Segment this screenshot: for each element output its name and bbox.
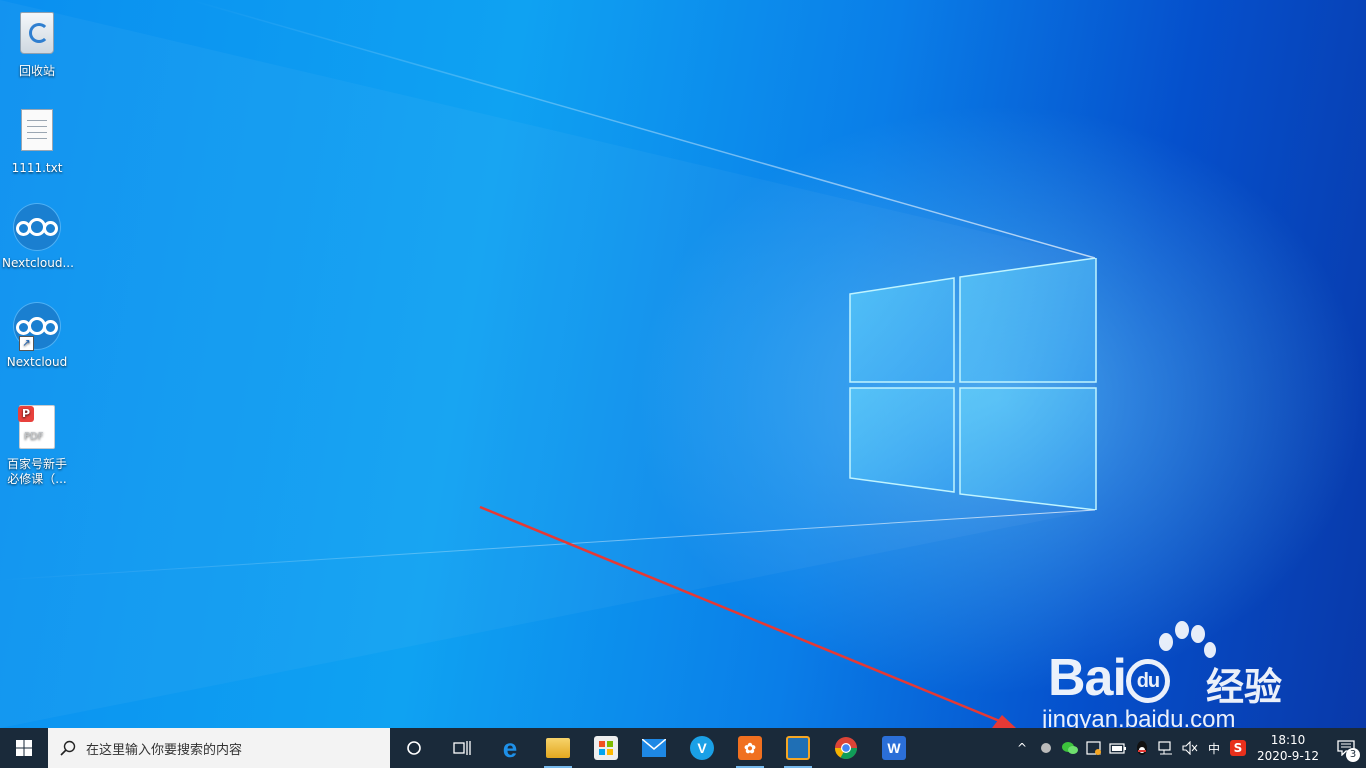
chrome-icon — [835, 737, 857, 759]
search-placeholder: 在这里输入你要搜索的内容 — [86, 742, 243, 758]
battery-icon[interactable] — [1106, 728, 1130, 768]
windows-start-icon — [16, 740, 32, 756]
taskbar-app-v[interactable]: V — [678, 728, 726, 768]
start-button[interactable] — [0, 728, 48, 768]
window-app-icon — [786, 736, 810, 760]
taskbar-search-box[interactable]: 在这里输入你要搜索的内容 — [48, 728, 390, 768]
network-icon[interactable] — [1154, 728, 1178, 768]
taskbar-app-orange[interactable]: ✿ — [726, 728, 774, 768]
watermark-cn: 经验 — [1206, 665, 1283, 709]
tray-app-icon[interactable] — [1082, 728, 1106, 768]
taskbar-app-chrome[interactable] — [822, 728, 870, 768]
cortana-button[interactable] — [390, 728, 438, 768]
v-app-icon: V — [690, 736, 714, 760]
edge-icon: e — [502, 732, 518, 763]
taskbar-app-store[interactable] — [582, 728, 630, 768]
task-view-button[interactable] — [438, 728, 486, 768]
clock-time: 18:10 — [1270, 733, 1306, 747]
sogou-icon[interactable]: S — [1226, 728, 1250, 768]
taskbar-app-wps[interactable]: W — [870, 728, 918, 768]
taskbar-app-window[interactable] — [774, 728, 822, 768]
volume-muted-icon[interactable] — [1178, 728, 1202, 768]
nextcloud-tray-icon[interactable] — [1034, 728, 1058, 768]
show-hidden-icons-button[interactable]: ^ — [1010, 728, 1034, 768]
cortana-circle-icon — [407, 741, 421, 755]
mail-icon — [642, 739, 666, 757]
taskbar: 在这里输入你要搜索的内容 e V ✿ W ^ 中 S 18:10 2020-9-… — [0, 728, 1366, 768]
task-view-icon — [453, 741, 471, 755]
watermark-brand: Bai du — [1048, 648, 1170, 708]
search-icon — [60, 740, 76, 756]
orange-gear-icon: ✿ — [738, 736, 762, 760]
action-center-button[interactable]: 3 — [1326, 728, 1366, 768]
taskbar-app-file-explorer[interactable] — [534, 728, 582, 768]
system-tray: ^ 中 S 18:10 2020-9-12 3 — [1010, 728, 1366, 768]
clock-date: 2020-9-12 — [1256, 749, 1320, 763]
store-bag-icon — [594, 736, 618, 760]
wechat-icon[interactable] — [1058, 728, 1082, 768]
wps-icon: W — [882, 736, 906, 760]
taskbar-app-edge[interactable]: e — [486, 728, 534, 768]
qq-icon[interactable] — [1130, 728, 1154, 768]
ime-indicator[interactable]: 中 — [1202, 728, 1226, 768]
notification-count: 3 — [1346, 748, 1360, 762]
taskbar-clock[interactable]: 18:10 2020-9-12 — [1250, 732, 1326, 764]
folder-icon — [546, 738, 570, 758]
taskbar-app-mail[interactable] — [630, 728, 678, 768]
baidu-jingyan-watermark: Bai du 经验 jingyan.baidu.com — [1038, 620, 1338, 740]
